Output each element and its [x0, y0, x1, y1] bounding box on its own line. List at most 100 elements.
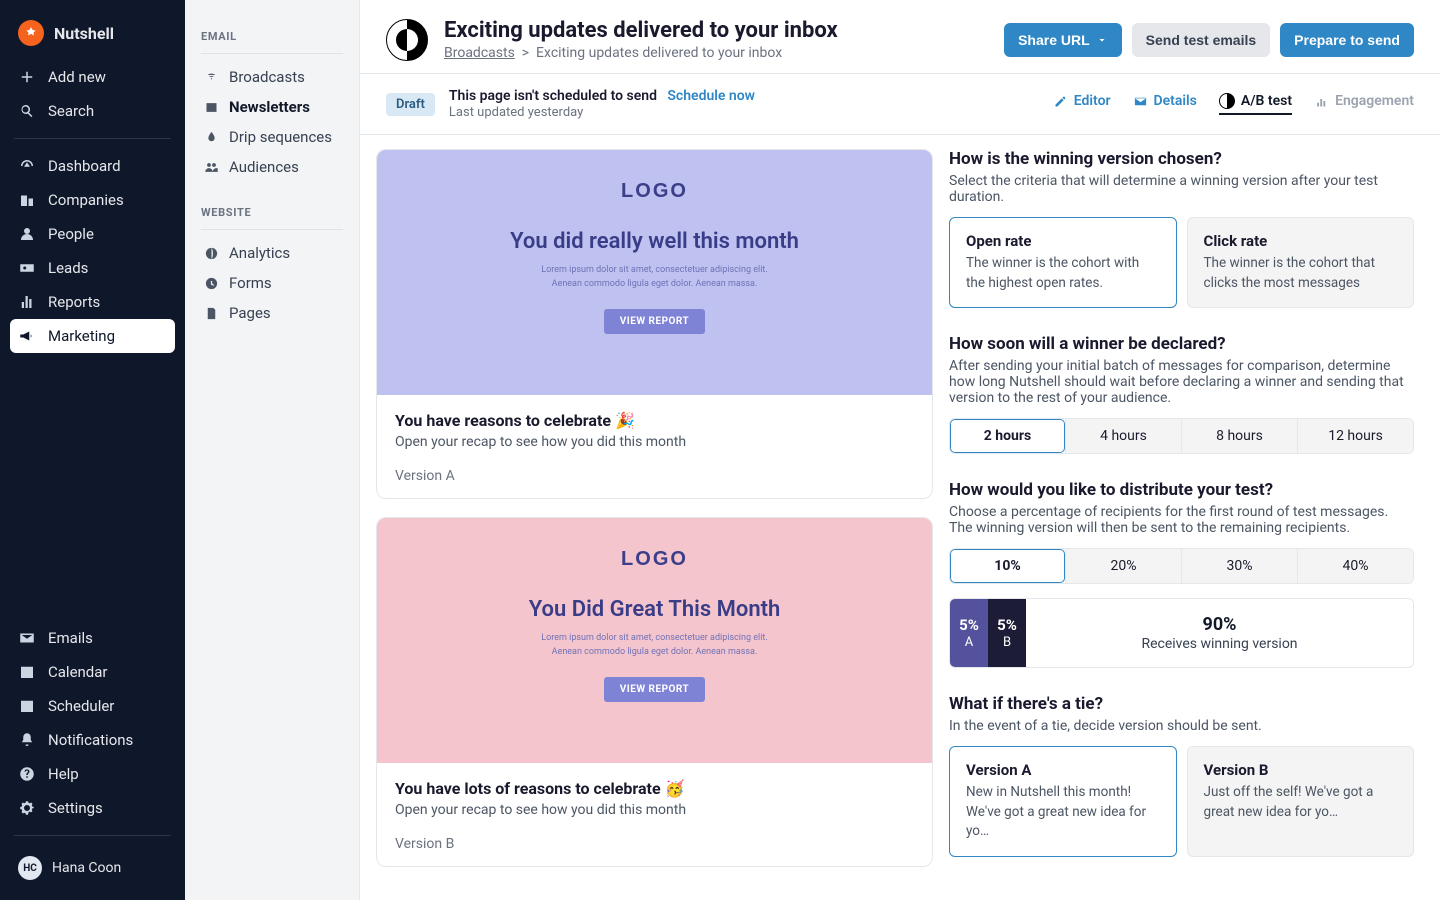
- preview-card-a[interactable]: LOGO You did really well this month Lore…: [376, 149, 933, 499]
- preview-image-b: LOGO You Did Great This Month Lorem ipsu…: [377, 518, 932, 763]
- nav-companies[interactable]: Companies: [0, 183, 185, 217]
- preview-version-b: Version B: [395, 836, 914, 852]
- building-icon: [18, 191, 36, 209]
- preview-title-a: You have reasons to celebrate 🎉: [395, 411, 914, 430]
- scheduler-icon: [18, 697, 36, 715]
- drip-icon: [203, 129, 219, 145]
- nav-calendar[interactable]: Calendar: [0, 655, 185, 689]
- content-tabs: Editor Details A/B test Engagement: [1053, 93, 1414, 115]
- ab-tie-block: What if there's a tie? In the event of a…: [949, 694, 1414, 857]
- timing-8h[interactable]: 8 hours: [1181, 419, 1297, 453]
- preview-card-b[interactable]: LOGO You Did Great This Month Lorem ipsu…: [376, 517, 933, 867]
- preview-cta: VIEW REPORT: [604, 677, 706, 702]
- nav-emails[interactable]: Emails: [0, 621, 185, 655]
- dist-segment-rest: 90% Receives winning version: [1026, 599, 1413, 667]
- envelope-icon: [1133, 94, 1148, 109]
- page-header: Exciting updates delivered to your inbox…: [360, 0, 1440, 74]
- status-badge: Draft: [386, 93, 435, 116]
- subnav-drip[interactable]: Drip sequences: [201, 122, 343, 152]
- calendar-icon: [18, 663, 36, 681]
- preview-headline: You Did Great This Month: [529, 597, 781, 622]
- timing-2h[interactable]: 2 hours: [950, 419, 1065, 453]
- bars-icon: [1314, 94, 1329, 109]
- bars-icon: [18, 293, 36, 311]
- search-icon: [18, 102, 36, 120]
- dist-segment-b: 5% B: [988, 599, 1026, 667]
- money-icon: [18, 259, 36, 277]
- plus-icon: [18, 68, 36, 86]
- subnav-pages[interactable]: Pages: [201, 298, 343, 328]
- share-url-button[interactable]: Share URL: [1004, 23, 1122, 57]
- subnav-analytics[interactable]: Analytics: [201, 238, 343, 268]
- schedule-now-link[interactable]: Schedule now: [667, 88, 755, 104]
- preview-image-a: LOGO You did really well this month Lore…: [377, 150, 932, 395]
- status-bar: Draft This page isn't scheduled to send …: [360, 74, 1440, 135]
- preview-sub-b: Open your recap to see how you did this …: [395, 802, 914, 818]
- user-row[interactable]: HC Hana Coon: [0, 846, 185, 890]
- tab-editor[interactable]: Editor: [1053, 93, 1111, 115]
- dist-10[interactable]: 10%: [950, 549, 1065, 583]
- breadcrumb-current: Exciting updates delivered to your inbox: [536, 45, 782, 61]
- dist-40[interactable]: 40%: [1297, 549, 1413, 583]
- breadcrumb-root[interactable]: Broadcasts: [444, 45, 515, 61]
- subnav-website-heading: WEBSITE: [201, 206, 343, 219]
- forms-icon: [203, 275, 219, 291]
- page-title: Exciting updates delivered to your inbox: [444, 18, 838, 43]
- subnav-audiences[interactable]: Audiences: [201, 152, 343, 182]
- nav-notifications[interactable]: Notifications: [0, 723, 185, 757]
- nav-add-new[interactable]: Add new: [0, 60, 185, 94]
- chevron-down-icon: [1096, 34, 1108, 46]
- primary-nav: Nutshell Add new Search Dashboard Compan…: [0, 0, 185, 900]
- audiences-icon: [203, 159, 219, 175]
- subnav-forms[interactable]: Forms: [201, 268, 343, 298]
- timing-segment: 2 hours 4 hours 8 hours 12 hours: [949, 418, 1414, 454]
- pencil-icon: [1053, 94, 1068, 109]
- send-test-button[interactable]: Send test emails: [1132, 23, 1271, 57]
- nav-help[interactable]: Help: [0, 757, 185, 791]
- person-icon: [18, 225, 36, 243]
- nav-search[interactable]: Search: [0, 94, 185, 128]
- envelope-icon: [18, 629, 36, 647]
- distribution-bar: 5% A 5% B 90% Receives winning version: [949, 598, 1414, 668]
- brand-icon: [18, 20, 44, 46]
- dist-20[interactable]: 20%: [1065, 549, 1181, 583]
- preview-cta: VIEW REPORT: [604, 309, 706, 334]
- prepare-to-send-button[interactable]: Prepare to send: [1280, 23, 1414, 57]
- nav-people[interactable]: People: [0, 217, 185, 251]
- nav-dashboard[interactable]: Dashboard: [0, 149, 185, 183]
- winner-click-rate[interactable]: Click rate The winner is the cohort that…: [1187, 217, 1415, 308]
- nav-settings[interactable]: Settings: [0, 791, 185, 825]
- brand: Nutshell: [0, 16, 185, 60]
- brand-name: Nutshell: [54, 24, 114, 43]
- dist-30[interactable]: 30%: [1181, 549, 1297, 583]
- avatar: HC: [18, 856, 42, 880]
- tab-abtest[interactable]: A/B test: [1219, 93, 1292, 115]
- subnav-newsletters[interactable]: Newsletters: [201, 92, 343, 122]
- tab-details[interactable]: Details: [1133, 93, 1197, 115]
- broadcast-icon: [203, 69, 219, 85]
- subnav-broadcasts[interactable]: Broadcasts: [201, 62, 343, 92]
- tab-engagement[interactable]: Engagement: [1314, 93, 1414, 115]
- timing-12h[interactable]: 12 hours: [1297, 419, 1413, 453]
- nav-leads[interactable]: Leads: [0, 251, 185, 285]
- ab-icon: [1219, 93, 1235, 109]
- tie-version-b[interactable]: Version B Just off the self! We've got a…: [1187, 746, 1415, 857]
- status-text: This page isn't scheduled to send: [449, 88, 657, 104]
- distribute-segment: 10% 20% 30% 40%: [949, 548, 1414, 584]
- preview-sub-a: Open your recap to see how you did this …: [395, 434, 914, 450]
- dist-segment-a: 5% A: [950, 599, 988, 667]
- nav-scheduler[interactable]: Scheduler: [0, 689, 185, 723]
- ab-winner-block: How is the winning version chosen? Selec…: [949, 149, 1414, 308]
- newsletter-icon: [203, 99, 219, 115]
- bell-icon: [18, 731, 36, 749]
- timing-4h[interactable]: 4 hours: [1065, 419, 1181, 453]
- status-sub: Last updated yesterday: [449, 105, 755, 120]
- nav-marketing[interactable]: Marketing: [10, 319, 175, 353]
- pages-icon: [203, 305, 219, 321]
- winner-open-rate[interactable]: Open rate The winner is the cohort with …: [949, 217, 1177, 308]
- globe-icon: [203, 245, 219, 261]
- tie-version-a[interactable]: Version A New in Nutshell this month! We…: [949, 746, 1177, 857]
- preview-headline: You did really well this month: [510, 229, 799, 254]
- nav-reports[interactable]: Reports: [0, 285, 185, 319]
- main-content: Exciting updates delivered to your inbox…: [360, 0, 1440, 900]
